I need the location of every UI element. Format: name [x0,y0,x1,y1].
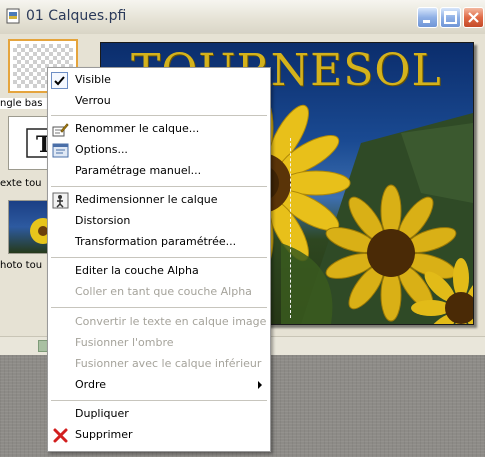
layer-context-menu: Visible Verrou Renommer le calque... Opt… [47,67,271,452]
menu-separator [51,400,267,401]
window-title: 01 Calques.pfi [26,8,127,24]
menu-item-visible[interactable]: Visible [48,70,270,91]
menu-item-convert-text: Convertir le texte en calque image [75,315,267,328]
minimize-icon [423,20,430,23]
document-icon [6,8,20,24]
checkmark-icon [51,72,68,89]
close-icon [468,12,479,23]
menu-item-distortion[interactable]: Distorsion [48,211,270,232]
maximize-icon [444,11,457,24]
menu-item-order[interactable]: Ordre [48,375,270,396]
delete-icon [53,428,68,443]
menu-item-merge-shadow: Fusionner l'ombre [75,336,174,349]
menu-item-resize-layer[interactable]: Redimensionner le calque [48,190,270,211]
rename-icon [52,123,69,137]
menu-item-lock[interactable]: Verrou [48,91,270,112]
menu-item-duplicate[interactable]: Dupliquer [48,404,270,425]
submenu-arrow-icon [258,381,262,389]
menu-separator [51,307,267,308]
resize-icon [52,192,69,209]
menu-item-delete[interactable]: Supprimer [48,425,270,446]
minimize-button[interactable] [417,7,438,28]
menu-item-merge-down: Fusionner avec le calque inférieur [75,357,262,370]
menu-item-paste-as-alpha: Coller en tant que couche Alpha [75,285,252,298]
options-icon [52,143,69,158]
maximize-button[interactable] [440,7,461,28]
menu-item-parametric-transform[interactable]: Transformation paramétrée... [48,232,270,253]
menu-item-edit-alpha[interactable]: Editer la couche Alpha [48,261,270,282]
selection-marquee [290,138,291,318]
menu-item-options[interactable]: Options... [48,140,270,161]
menu-item-rename[interactable]: Renommer le calque... [48,119,270,140]
menu-separator [51,257,267,258]
close-button[interactable] [463,7,484,28]
menu-item-manual-settings[interactable]: Paramétrage manuel... [48,161,270,182]
menu-separator [51,186,267,187]
title-bar[interactable]: 01 Calques.pfi [0,0,485,35]
menu-separator [51,115,267,116]
